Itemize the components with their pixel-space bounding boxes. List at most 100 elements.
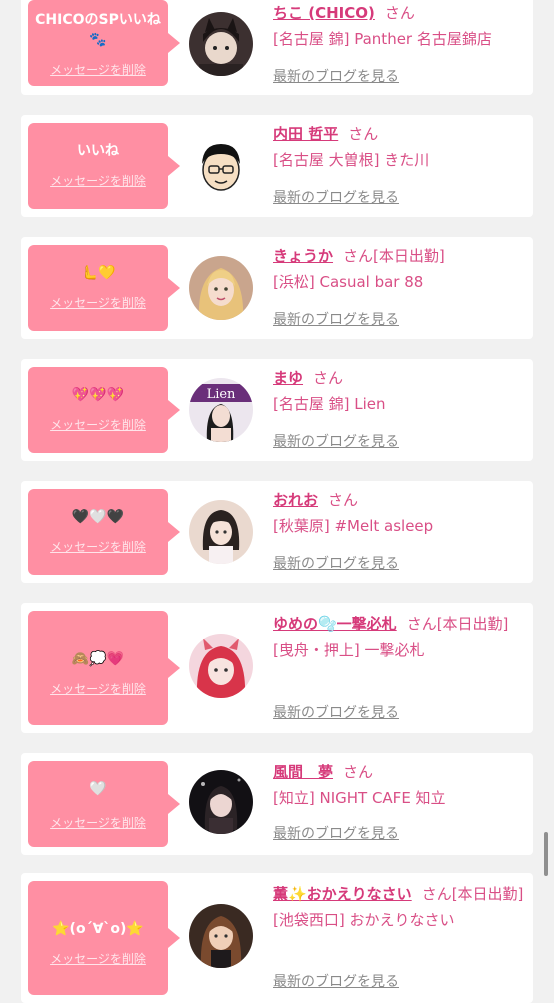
dark-hair-woman-avatar-icon bbox=[189, 500, 253, 564]
cat-girl-avatar-icon bbox=[189, 12, 253, 76]
message-text: ⭐(o´∀`o)⭐ bbox=[52, 921, 144, 937]
delete-message-link[interactable]: メッセージを削除 bbox=[28, 951, 168, 967]
latest-blog-link[interactable]: 最新のブログを見る bbox=[273, 823, 399, 843]
delete-message-link[interactable]: メッセージを削除 bbox=[28, 815, 168, 831]
latest-blog-link[interactable]: 最新のブログを見る bbox=[273, 309, 399, 329]
latest-blog-link[interactable]: 最新のブログを見る bbox=[273, 187, 399, 207]
cast-info: ちこ (CHICO) さん [名古屋 錦] Panther 名古屋錦店 bbox=[273, 0, 525, 52]
shop-info: [名古屋 大曽根] きた川 bbox=[273, 151, 430, 169]
cast-info: まゆ さん [名古屋 錦] Lien bbox=[273, 365, 525, 417]
work-status: [本日出勤] bbox=[436, 615, 509, 633]
latest-blog-link[interactable]: 最新のブログを見る bbox=[273, 702, 399, 722]
message-bubble: 🙈💭💗 メッセージを削除 bbox=[28, 611, 180, 725]
list-item: ⭐(o´∀`o)⭐ メッセージを削除 薫✨おかえりなさい さん[本日出勤] [池袋… bbox=[21, 873, 533, 1003]
cast-name-link[interactable]: ちこ (CHICO) bbox=[273, 4, 375, 22]
cast-name-link[interactable]: 風間 夢 bbox=[273, 763, 333, 781]
list-item: 🫷💛 メッセージを削除 きょうか さん[本日出勤] [浜松] Casual bar… bbox=[21, 237, 533, 339]
lien-woman-avatar-icon: Lien bbox=[189, 378, 253, 442]
message-bubble: CHICOのSPいいね🐾 メッセージを削除 bbox=[28, 0, 180, 86]
list-item: 🖤🤍🖤 メッセージを削除 おれお さん [秋葉原] #Melt asleep 最新… bbox=[21, 481, 533, 583]
cast-info: 内田 哲平 さん [名古屋 大曽根] きた川 bbox=[273, 121, 525, 173]
message-text: CHICOのSPいいね🐾 bbox=[35, 12, 161, 48]
cast-info: 風間 夢さん [知立] NIGHT CAFE 知立 bbox=[273, 759, 525, 811]
work-status: [本日出勤] bbox=[373, 247, 445, 265]
shop-info: [名古屋 錦] Lien bbox=[273, 395, 386, 413]
honorific: さん bbox=[406, 615, 437, 633]
cast-name-link[interactable]: ゆめの🫧一撃必札 bbox=[273, 615, 397, 633]
honorific: さん bbox=[328, 491, 359, 509]
delete-message-link[interactable]: メッセージを削除 bbox=[28, 295, 168, 311]
list-item: CHICOのSPいいね🐾 メッセージを削除 ちこ (CHICO) さん [名古屋 … bbox=[21, 0, 533, 95]
delete-message-link[interactable]: メッセージを削除 bbox=[28, 681, 168, 697]
shop-info: [知立] NIGHT CAFE 知立 bbox=[273, 789, 446, 807]
honorific: さん bbox=[313, 369, 344, 387]
avatar[interactable] bbox=[189, 256, 253, 320]
name-line: 内田 哲平 さん bbox=[273, 121, 525, 147]
name-line: 薫✨おかえりなさい さん[本日出勤] bbox=[273, 881, 525, 907]
honorific: さん bbox=[348, 125, 379, 143]
scrollbar[interactable] bbox=[544, 832, 548, 876]
name-line: まゆ さん bbox=[273, 365, 525, 391]
brunette-woman-avatar-icon bbox=[189, 904, 253, 968]
avatar[interactable] bbox=[189, 904, 253, 968]
avatar[interactable] bbox=[189, 12, 253, 76]
cast-name-link[interactable]: きょうか bbox=[273, 247, 333, 265]
blonde-woman-avatar-icon bbox=[189, 256, 253, 320]
message-bubble: 🫷💛 メッセージを削除 bbox=[28, 245, 180, 331]
red-hair-woman-avatar-icon bbox=[189, 634, 253, 698]
latest-blog-link[interactable]: 最新のブログを見る bbox=[273, 553, 399, 573]
cast-info: おれお さん [秋葉原] #Melt asleep bbox=[273, 487, 525, 539]
shop-info: [名古屋 錦] Panther 名古屋錦店 bbox=[273, 30, 492, 48]
work-status: [本日出勤] bbox=[451, 885, 524, 903]
name-line: 風間 夢さん bbox=[273, 759, 525, 785]
delete-message-link[interactable]: メッセージを削除 bbox=[28, 173, 168, 189]
avatar[interactable] bbox=[189, 500, 253, 564]
message-text: 🖤🤍🖤 bbox=[71, 509, 125, 525]
delete-message-link[interactable]: メッセージを削除 bbox=[28, 417, 168, 433]
night-woman-avatar-icon bbox=[189, 770, 253, 834]
list-item: 🙈💭💗 メッセージを削除 ゆめの🫧一撃必札 さん[本日出勤] [曳舟・押上] 一撃… bbox=[21, 603, 533, 733]
message-text: 🤍 bbox=[89, 781, 107, 797]
list-item: 💖💖💖 メッセージを削除 Lien まゆ さん [名古屋 錦] Lien 最新のブ… bbox=[21, 359, 533, 461]
cast-name-link[interactable]: 薫✨おかえりなさい bbox=[273, 885, 412, 903]
svg-text:Lien: Lien bbox=[207, 387, 236, 402]
message-text: 🫷💛 bbox=[80, 265, 116, 281]
latest-blog-link[interactable]: 最新のブログを見る bbox=[273, 431, 399, 451]
avatar[interactable] bbox=[189, 634, 253, 698]
name-line: ゆめの🫧一撃必札 さん[本日出勤] bbox=[273, 611, 525, 637]
message-bubble: 🖤🤍🖤 メッセージを削除 bbox=[28, 489, 180, 575]
name-line: ちこ (CHICO) さん bbox=[273, 0, 525, 26]
cast-name-link[interactable]: おれお bbox=[273, 491, 318, 509]
message-bubble: ⭐(o´∀`o)⭐ メッセージを削除 bbox=[28, 881, 180, 995]
shop-info: [曳舟・押上] 一撃必札 bbox=[273, 641, 425, 659]
cartoon-man-avatar-icon bbox=[189, 134, 253, 198]
honorific: さん bbox=[343, 763, 374, 781]
name-line: きょうか さん[本日出勤] bbox=[273, 243, 525, 269]
cast-name-link[interactable]: まゆ bbox=[273, 369, 303, 387]
message-bubble: いいね メッセージを削除 bbox=[28, 123, 180, 209]
message-bubble: 🤍 メッセージを削除 bbox=[28, 761, 180, 847]
latest-blog-link[interactable]: 最新のブログを見る bbox=[273, 971, 399, 991]
shop-info: [秋葉原] #Melt asleep bbox=[273, 517, 434, 535]
message-text: 🙈💭💗 bbox=[71, 651, 125, 667]
delete-message-link[interactable]: メッセージを削除 bbox=[28, 539, 168, 555]
shop-info: [浜松] Casual bar 88 bbox=[273, 273, 424, 291]
cast-info: きょうか さん[本日出勤] [浜松] Casual bar 88 bbox=[273, 243, 525, 295]
honorific: さん bbox=[384, 4, 415, 22]
cast-info: 薫✨おかえりなさい さん[本日出勤] [池袋西口] おかえりなさい bbox=[273, 881, 525, 933]
delete-message-link[interactable]: メッセージを削除 bbox=[28, 62, 168, 78]
name-line: おれお さん bbox=[273, 487, 525, 513]
latest-blog-link[interactable]: 最新のブログを見る bbox=[273, 66, 399, 86]
list-item: いいね メッセージを削除 内田 哲平 さん [名古屋 大曽根] きた川 最新のブロ… bbox=[21, 115, 533, 217]
cast-info: ゆめの🫧一撃必札 さん[本日出勤] [曳舟・押上] 一撃必札 bbox=[273, 611, 525, 663]
avatar[interactable] bbox=[189, 134, 253, 198]
shop-info: [池袋西口] おかえりなさい bbox=[273, 911, 455, 929]
honorific: さん bbox=[421, 885, 452, 903]
avatar[interactable]: Lien bbox=[189, 378, 253, 442]
avatar[interactable] bbox=[189, 770, 253, 834]
message-bubble: 💖💖💖 メッセージを削除 bbox=[28, 367, 180, 453]
message-text: 💖💖💖 bbox=[71, 387, 125, 403]
honorific: さん bbox=[343, 247, 374, 265]
message-text: いいね bbox=[77, 143, 119, 159]
cast-name-link[interactable]: 内田 哲平 bbox=[273, 125, 338, 143]
